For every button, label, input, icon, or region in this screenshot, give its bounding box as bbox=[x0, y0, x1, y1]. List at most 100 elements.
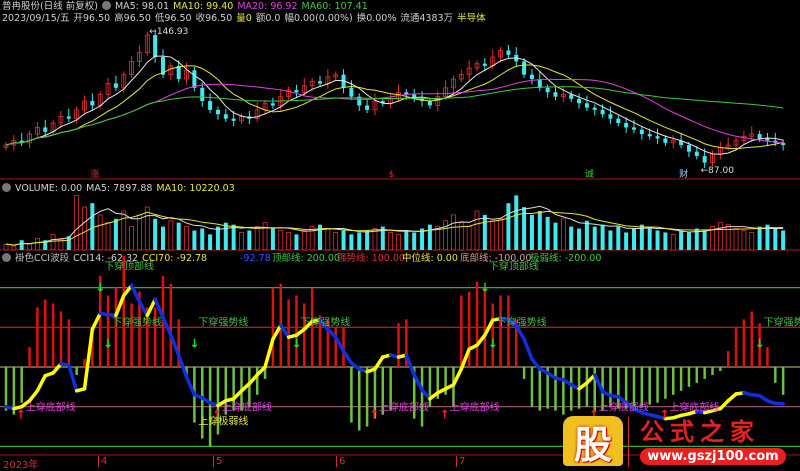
candle-body bbox=[554, 92, 558, 96]
volume-bar bbox=[632, 229, 636, 250]
volume-bar bbox=[145, 207, 149, 250]
signal-label: 下穿强势线 bbox=[764, 315, 800, 328]
sell-arrow-icon: ↓ bbox=[755, 336, 765, 350]
volume-bar bbox=[412, 232, 416, 250]
date-axis-label: 7 bbox=[456, 456, 465, 467]
volume-bar bbox=[122, 211, 126, 250]
volume-bar bbox=[342, 231, 346, 251]
volume-bar bbox=[161, 227, 165, 250]
volume-bar bbox=[279, 231, 283, 251]
candle-body bbox=[601, 110, 605, 114]
candle-body bbox=[616, 119, 620, 123]
volume-bar bbox=[224, 223, 228, 250]
volume-bar bbox=[365, 231, 369, 251]
signal-label: 下穿强势线 bbox=[198, 315, 248, 328]
date-axis-label: 4 bbox=[98, 456, 107, 467]
volume-bar bbox=[90, 203, 94, 250]
ma20-line bbox=[6, 79, 783, 145]
event-marker: 财 bbox=[679, 168, 688, 180]
candle-body bbox=[506, 50, 510, 54]
volume-bar bbox=[734, 229, 738, 250]
candle-body bbox=[43, 127, 47, 131]
volume-bar bbox=[750, 232, 754, 250]
volume-bar bbox=[185, 227, 189, 250]
sell-arrow-icon: ↓ bbox=[103, 336, 113, 350]
logo-text: 股 bbox=[563, 414, 623, 469]
volume-bar bbox=[232, 225, 236, 250]
volume-bar bbox=[726, 225, 730, 250]
signal-label: 上穿极弱线 bbox=[198, 415, 248, 428]
volume-bar bbox=[569, 227, 573, 250]
candle-body bbox=[114, 83, 118, 87]
event-marker: 涨 bbox=[90, 169, 99, 180]
signal-label: 上穿底部线 bbox=[379, 401, 429, 414]
volume-bar bbox=[216, 227, 220, 250]
volume-bar bbox=[656, 231, 660, 251]
sell-arrow-icon: ↓ bbox=[95, 281, 105, 295]
volume-bar bbox=[35, 238, 39, 250]
volume-bar bbox=[530, 215, 534, 250]
cci-line-segment bbox=[30, 391, 38, 401]
candle-body bbox=[577, 99, 581, 103]
candle-body bbox=[703, 156, 707, 163]
candle-body bbox=[632, 127, 636, 129]
volume-bar bbox=[561, 219, 565, 250]
volume-bar bbox=[601, 225, 605, 250]
volume-bar bbox=[247, 231, 251, 251]
candle-body bbox=[216, 110, 220, 114]
volume-bar bbox=[208, 234, 212, 250]
divider bbox=[628, 417, 629, 467]
candle-body bbox=[232, 119, 236, 121]
candle-body bbox=[483, 64, 487, 66]
volume-bar bbox=[404, 231, 408, 251]
high-price-label: ←146.93 bbox=[149, 27, 188, 37]
sell-arrow-icon: ↓ bbox=[480, 281, 490, 295]
volume-bar bbox=[20, 240, 24, 250]
volume-bar bbox=[326, 229, 330, 250]
volume-bar bbox=[153, 219, 157, 250]
sell-arrow-icon: ↓ bbox=[291, 336, 301, 350]
chart-canvas[interactable]: ←146.93←87.00涨$诚财↑上穿底部线↓下穿强势线↓下穿强势线↓下穿顶部… bbox=[0, 0, 800, 469]
volume-bar bbox=[51, 234, 55, 250]
site-name: 公式之家 bbox=[640, 412, 760, 447]
volume-bar bbox=[499, 219, 503, 250]
volume-bar bbox=[593, 227, 597, 250]
volume-bar bbox=[271, 229, 275, 250]
volume-bar bbox=[514, 195, 518, 250]
signal-label: 下穿顶部线 bbox=[104, 260, 154, 273]
candle-body bbox=[758, 134, 762, 138]
volume-bar bbox=[4, 244, 8, 250]
candle-body bbox=[765, 138, 769, 140]
signal-label: 下穿强势线 bbox=[300, 315, 350, 328]
volume-bar bbox=[554, 223, 558, 250]
volume-bar bbox=[428, 225, 432, 250]
volume-bar bbox=[451, 215, 455, 250]
ma10-line bbox=[6, 65, 783, 149]
volume-bar bbox=[169, 221, 173, 250]
buy-arrow-icon: ↑ bbox=[369, 408, 379, 422]
date-axis-label: 5 bbox=[213, 456, 222, 467]
event-marker: $ bbox=[389, 170, 395, 180]
volume-bar bbox=[287, 232, 291, 250]
candle-body bbox=[569, 94, 573, 98]
volume-bar bbox=[98, 215, 102, 250]
candle-body bbox=[687, 145, 691, 152]
candle-body bbox=[192, 70, 196, 88]
candle-body bbox=[585, 103, 589, 107]
volume-bar bbox=[671, 234, 675, 250]
volume-bar bbox=[12, 246, 16, 250]
volume-bar bbox=[538, 211, 542, 250]
volume-bar bbox=[349, 234, 353, 250]
site-url[interactable]: www.gszj100.com bbox=[640, 448, 786, 465]
volume-bar bbox=[294, 234, 298, 250]
volume-bar bbox=[773, 229, 777, 250]
volume-bar bbox=[67, 236, 71, 250]
candle-body bbox=[608, 114, 612, 118]
buy-arrow-icon: ↑ bbox=[440, 408, 450, 422]
cci-line-segment bbox=[524, 339, 532, 359]
volume-bar bbox=[130, 227, 134, 250]
candle-body bbox=[546, 88, 550, 92]
candle-body bbox=[224, 114, 228, 118]
sell-arrow-icon: ↓ bbox=[189, 336, 199, 350]
volume-bar bbox=[75, 195, 79, 250]
